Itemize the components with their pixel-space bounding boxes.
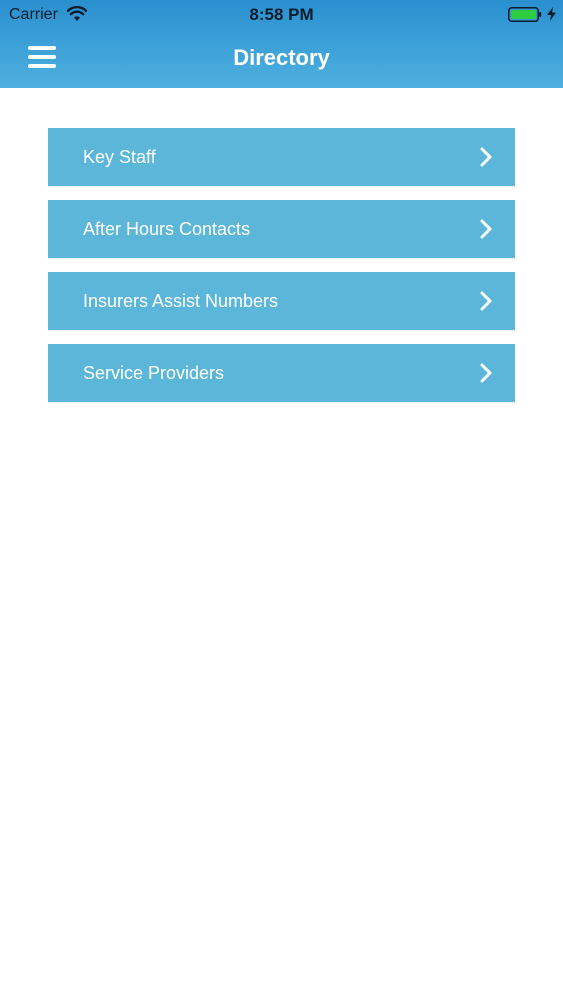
battery-full-icon — [508, 7, 542, 22]
chevron-right-icon — [480, 291, 492, 311]
status-time: 8:58 PM — [249, 5, 314, 24]
app-header: Carrier 8:58 PM Directory — [0, 0, 563, 88]
status-bar: Carrier 8:58 PM — [0, 0, 563, 30]
chevron-right-icon — [480, 363, 492, 383]
chevron-right-icon — [480, 147, 492, 167]
directory-item-label: Insurers Assist Numbers — [83, 291, 279, 311]
chevron-right-icon — [480, 219, 492, 239]
page-title: Directory — [233, 45, 330, 70]
directory-item-after-hours-contacts[interactable]: After Hours Contacts — [48, 200, 515, 258]
directory-item-key-staff[interactable]: Key Staff — [48, 128, 515, 186]
directory-item-label: After Hours Contacts — [83, 219, 251, 239]
directory-list: Key Staff After Hours Contacts Insurers … — [48, 128, 515, 416]
charging-bolt-icon — [547, 7, 556, 21]
directory-item-label: Key Staff — [83, 147, 156, 167]
directory-item-service-providers[interactable]: Service Providers — [48, 344, 515, 402]
directory-item-insurers-assist-numbers[interactable]: Insurers Assist Numbers — [48, 272, 515, 330]
directory-item-label: Service Providers — [83, 363, 225, 383]
